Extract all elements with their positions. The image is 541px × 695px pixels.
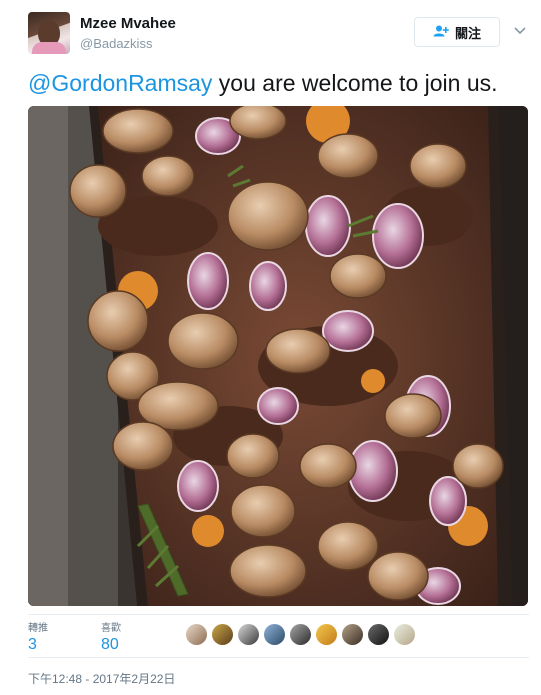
retweets-stat[interactable]: 轉推 3 <box>28 619 48 654</box>
food-photo-illustration <box>28 106 528 606</box>
tweet-text: @GordonRamsay you are welcome to join us… <box>28 68 498 98</box>
likes-stat[interactable]: 喜歡 80 <box>101 619 121 654</box>
stats-divider-top <box>28 614 529 615</box>
author-username[interactable]: @Badazkiss <box>80 36 152 51</box>
chevron-down-icon[interactable] <box>514 22 526 38</box>
tweet-body: you are welcome to join us. <box>212 70 498 96</box>
liker-avatar[interactable] <box>186 624 207 645</box>
stats-divider-bottom <box>28 657 529 658</box>
mention-link[interactable]: @GordonRamsay <box>28 70 212 96</box>
liker-avatar[interactable] <box>290 624 311 645</box>
liker-avatar[interactable] <box>238 624 259 645</box>
add-user-icon <box>433 25 449 40</box>
retweets-label: 轉推 <box>28 623 48 634</box>
author-avatar[interactable] <box>28 12 70 54</box>
avatar-shirt <box>32 42 66 54</box>
likes-label: 喜歡 <box>101 623 121 634</box>
liker-avatar[interactable] <box>264 624 285 645</box>
liker-avatar[interactable] <box>368 624 389 645</box>
liker-avatars <box>186 624 415 645</box>
liker-avatar[interactable] <box>316 624 337 645</box>
liker-avatar[interactable] <box>212 624 233 645</box>
liker-avatar[interactable] <box>342 624 363 645</box>
retweets-count: 3 <box>28 636 37 653</box>
tweet-timestamp[interactable]: 下午12:48 - 2017年2月22日 <box>28 670 175 687</box>
likes-count: 80 <box>101 636 119 653</box>
tweet-photo[interactable] <box>28 106 528 606</box>
liker-avatar[interactable] <box>394 624 415 645</box>
author-display-name[interactable]: Mzee Mvahee <box>80 15 176 32</box>
follow-button[interactable]: 關注 <box>414 17 500 47</box>
follow-button-label: 關注 <box>454 25 481 41</box>
